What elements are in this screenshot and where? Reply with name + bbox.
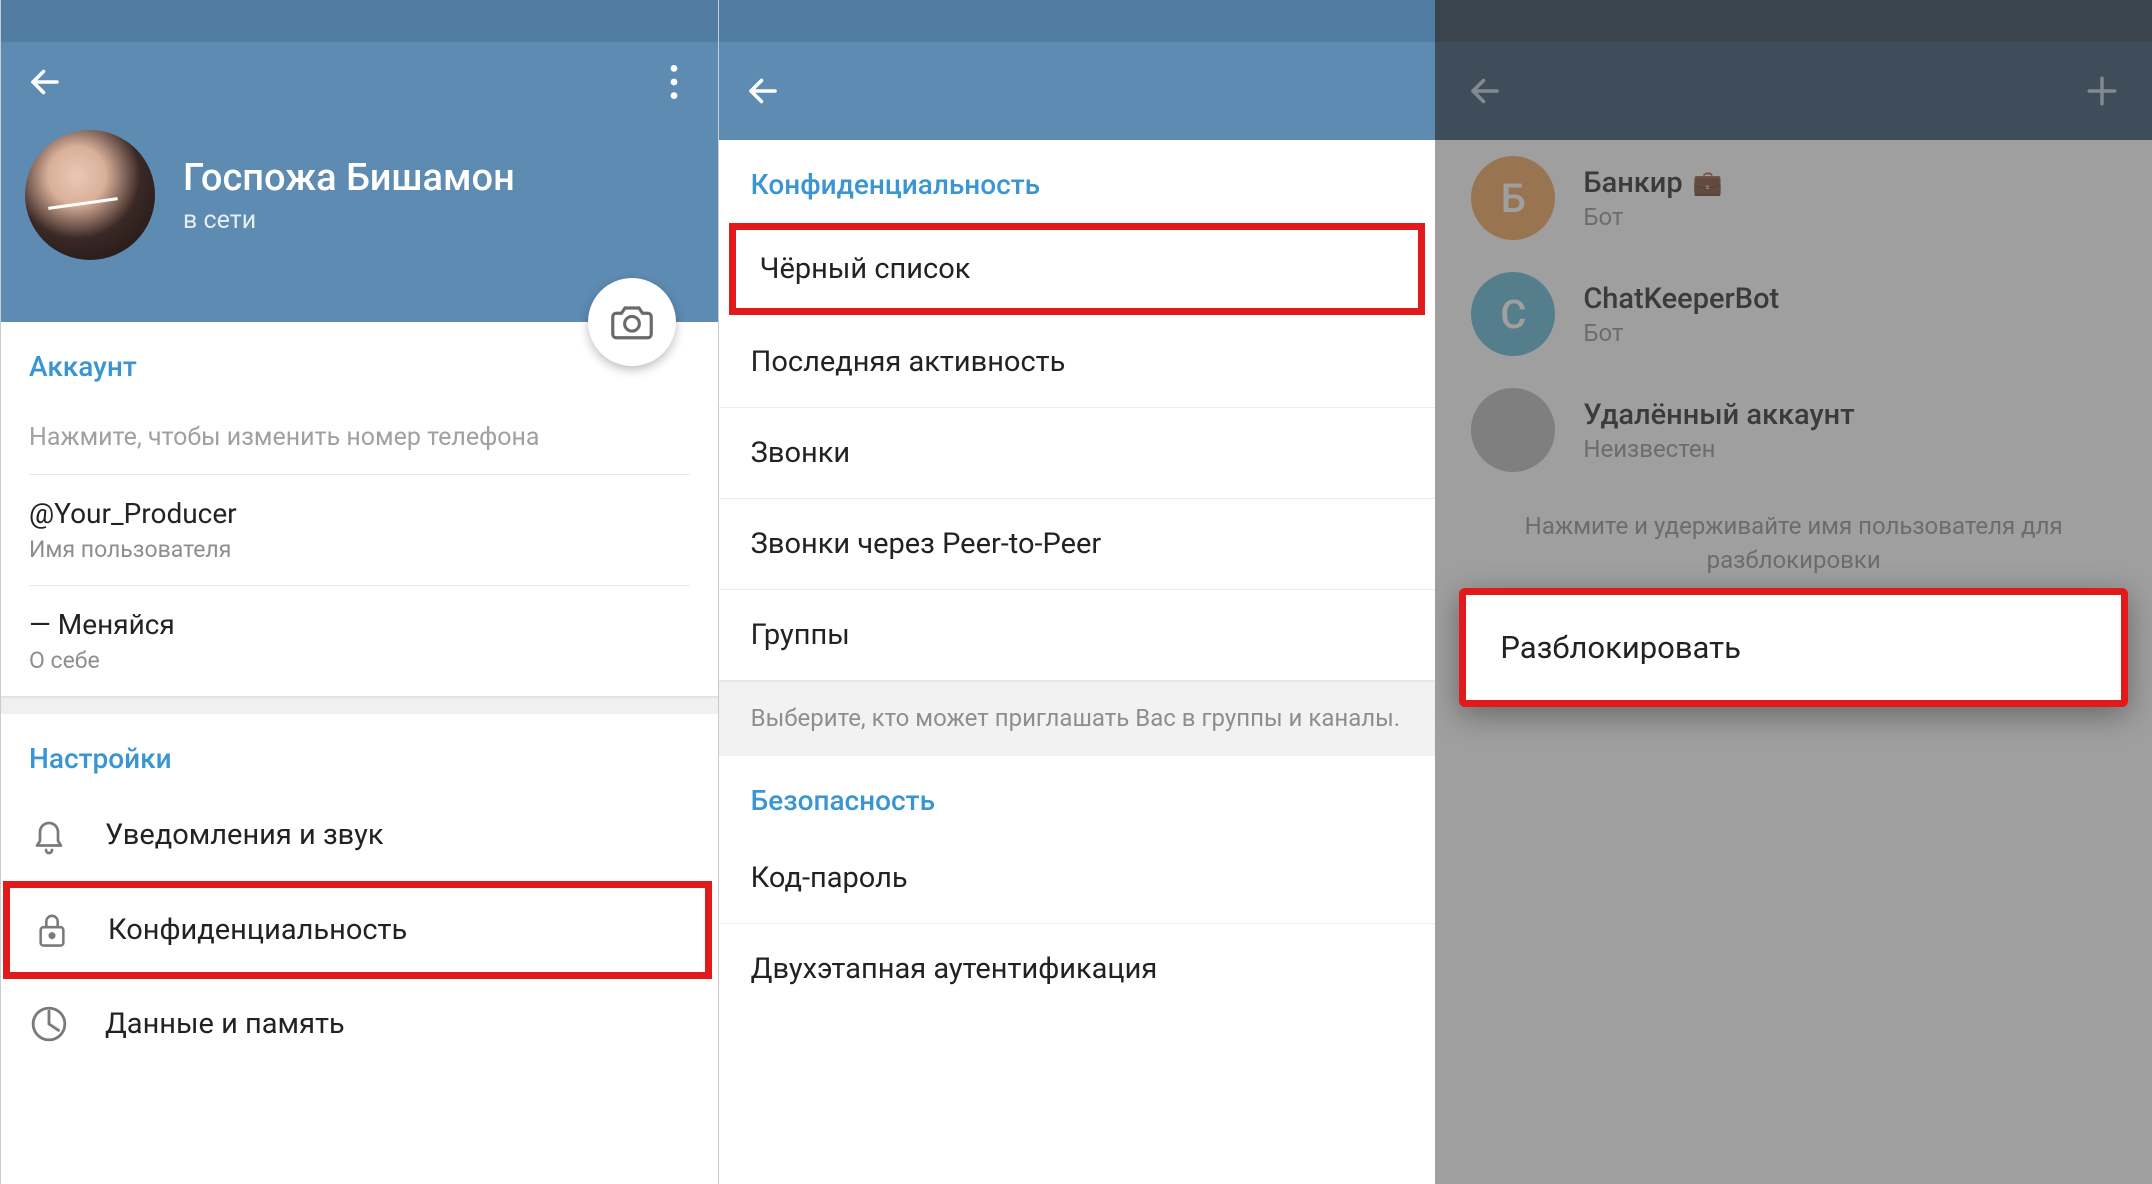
status-bar: [719, 0, 1436, 42]
username-label: Имя пользователя: [29, 536, 690, 563]
unblock-menu-item[interactable]: Разблокировать: [1459, 588, 2128, 707]
security-section-title: Безопасность: [719, 756, 1436, 833]
passcode-item[interactable]: Код-пароль: [719, 833, 1436, 924]
profile-status: в сети: [183, 206, 515, 235]
change-phone-item[interactable]: Нажмите, чтобы изменить номер телефона: [29, 401, 690, 475]
section-divider: [1, 696, 718, 714]
profile-name: Госпожа Бишамон: [183, 156, 515, 200]
groups-item[interactable]: Группы: [719, 590, 1436, 680]
privacy-label: Конфиденциальность: [108, 913, 407, 947]
data-storage-item[interactable]: Данные и память: [1, 983, 718, 1065]
back-button[interactable]: [25, 62, 65, 102]
back-button[interactable]: [743, 71, 783, 111]
more-menu-button[interactable]: [654, 62, 694, 102]
notifications-label: Уведомления и звук: [105, 818, 384, 852]
username-value: @Your_Producer: [29, 497, 690, 530]
arrow-left-icon: [745, 73, 781, 109]
settings-section-title: Настройки: [1, 714, 718, 793]
privacy-highlight: Конфиденциальность: [3, 881, 712, 979]
privacy-item[interactable]: Конфиденциальность: [10, 888, 705, 972]
data-usage-icon: [30, 1005, 68, 1043]
username-item[interactable]: @Your_Producer Имя пользователя: [29, 475, 690, 586]
calls-item[interactable]: Звонки: [719, 408, 1436, 499]
camera-icon: [611, 304, 653, 340]
profile-header: Госпожа Бишамон в сети: [1, 42, 718, 322]
header-bar: [719, 42, 1436, 140]
status-bar: [1, 0, 718, 42]
privacy-section-title: Конфиденциальность: [719, 140, 1436, 217]
bio-value: — Меняйся: [29, 608, 690, 641]
bio-item[interactable]: — Меняйся О себе: [29, 586, 690, 696]
lock-icon: [35, 910, 69, 950]
two-step-item[interactable]: Двухэтапная аутентификация: [719, 924, 1436, 1014]
bio-label: О себе: [29, 647, 690, 674]
change-photo-button[interactable]: [588, 278, 676, 366]
privacy-settings-panel: Конфиденциальность Чёрный список Последн…: [719, 0, 1436, 1184]
blocklist-item[interactable]: Чёрный список: [736, 230, 1419, 308]
groups-hint: Выберите, кто может приглашать Вас в гру…: [719, 680, 1436, 756]
last-seen-item[interactable]: Последняя активность: [719, 317, 1436, 408]
arrow-left-icon: [27, 64, 63, 100]
blocklist-panel: ББанкир💼БотСChatKeeperBotБотУдалённый ак…: [1435, 0, 2152, 1184]
settings-main-panel: Госпожа Бишамон в сети Аккаунт Нажмите, …: [0, 0, 719, 1184]
avatar[interactable]: [25, 130, 155, 260]
bell-icon: [31, 815, 67, 855]
notifications-item[interactable]: Уведомления и звук: [1, 793, 718, 877]
p2p-calls-item[interactable]: Звонки через Peer-to-Peer: [719, 499, 1436, 590]
blocklist-highlight: Чёрный список: [729, 223, 1426, 315]
more-vertical-icon: [670, 65, 678, 99]
data-storage-label: Данные и память: [105, 1007, 345, 1041]
